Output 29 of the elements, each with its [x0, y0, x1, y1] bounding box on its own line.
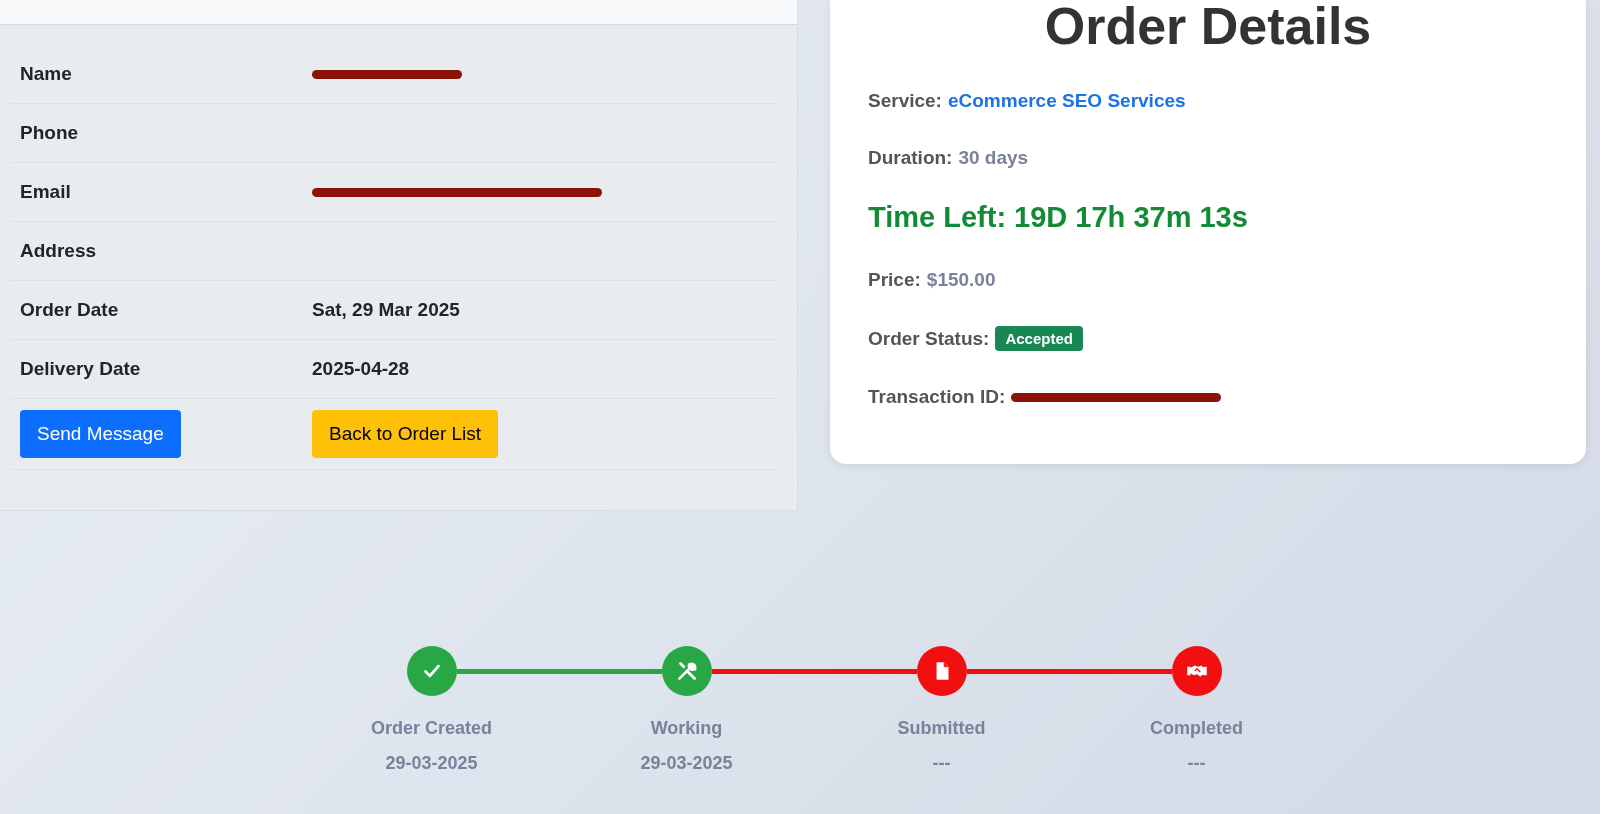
field-label: Order Status:	[868, 327, 990, 350]
field-value: 30 days	[958, 147, 1029, 169]
send-message-button[interactable]: Send Message	[20, 410, 181, 458]
field-label: Name	[20, 63, 73, 85]
field-value: Sat, 29 Mar 2025	[312, 299, 460, 321]
field-label: Email	[20, 181, 72, 203]
step-label: Working	[650, 718, 723, 739]
field-label: Duration:	[868, 147, 953, 169]
step-date: ---	[932, 753, 951, 774]
step-date: 29-03-2025	[385, 753, 478, 774]
field-label: Transaction ID:	[868, 386, 1006, 408]
back-button[interactable]: Back to Order List	[312, 410, 499, 458]
field-value: $150.00	[926, 269, 996, 291]
field-label: Service:	[868, 90, 942, 112]
field-label: Phone	[20, 122, 80, 144]
field-label: Address	[20, 240, 98, 262]
time-left: Time Left: 19D 17h 37m 13s	[868, 201, 1249, 234]
field-label: Delivery Date	[20, 358, 142, 380]
status-badge: Accepted	[995, 326, 1083, 351]
field-label: Order Date	[20, 299, 120, 321]
step-label: Submitted	[897, 718, 986, 739]
field-label: Price:	[868, 269, 921, 291]
step-date: 29-03-2025	[640, 753, 733, 774]
field-value: 2025-04-28	[312, 358, 410, 380]
service-link[interactable]: eCommerce SEO Services	[947, 90, 1186, 112]
card-title: Order Details	[1043, 0, 1373, 52]
step-label: Completed	[1150, 718, 1243, 739]
step-label: Order Created	[370, 718, 492, 739]
step-date: ---	[1187, 753, 1206, 774]
